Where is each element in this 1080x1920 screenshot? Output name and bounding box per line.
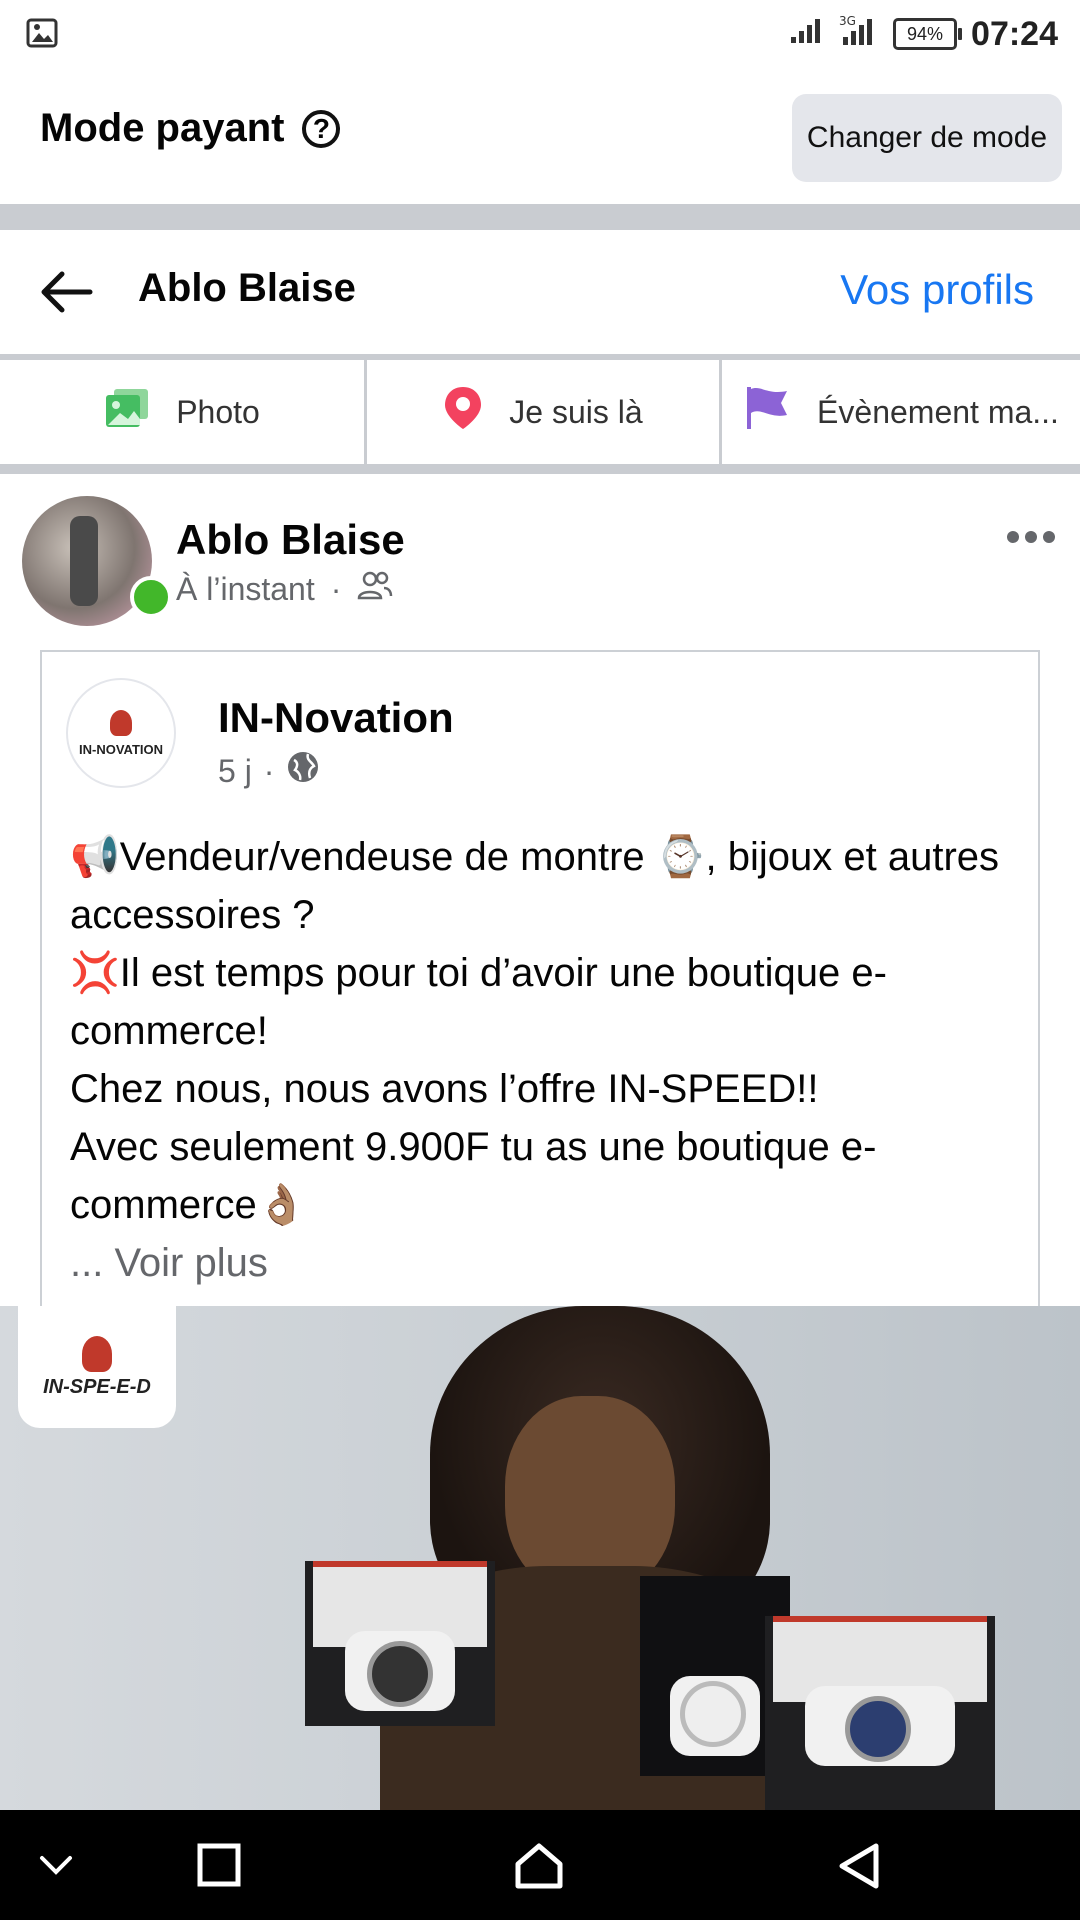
post-image[interactable]: IN-SPE-E-D (0, 1306, 1080, 1810)
shared-post-meta: 5 j · (218, 750, 320, 792)
profile-name: Ablo Blaise (138, 266, 356, 310)
post-header: Ablo Blaise À l’instant · (0, 478, 1080, 648)
flag-icon (743, 385, 791, 439)
shared-page-name[interactable]: IN-Novation (218, 694, 454, 742)
home-icon[interactable] (514, 1842, 564, 1895)
location-pin-icon (443, 385, 483, 439)
in-speed-logo-badge: IN-SPE-E-D (18, 1306, 176, 1428)
clock: 07:24 (971, 14, 1058, 53)
profile-bar: Ablo Blaise Vos profils (0, 230, 1080, 354)
svg-text:3G: 3G (839, 14, 856, 28)
online-status-indicator (130, 576, 172, 618)
status-bar: 3G 94% 07:24 (0, 0, 1080, 66)
photo-icon (104, 387, 150, 437)
recent-apps-icon[interactable] (196, 1842, 242, 1893)
gallery-notification-icon (26, 18, 58, 53)
lightbulb-icon (110, 709, 132, 736)
post-text-line: Chez nous, nous avons l’offre IN-SPEED!! (70, 1067, 819, 1111)
life-event-action[interactable]: Évènement ma... (719, 360, 1080, 464)
photo-label: Photo (176, 393, 260, 430)
change-mode-button[interactable]: Changer de mode (792, 94, 1062, 182)
post-text-line: 📢Vendeur/vendeuse de montre ⌚, bijoux et… (70, 835, 1000, 937)
signal-icon (789, 15, 825, 54)
checkin-label: Je suis là (509, 393, 643, 430)
collapse-chevron-icon[interactable] (36, 1850, 76, 1885)
lightbulb-icon (82, 1335, 112, 1372)
post-meta: À l’instant · (176, 570, 393, 608)
signal-3g-icon: 3G (839, 13, 879, 56)
globe-icon[interactable] (286, 750, 320, 792)
post-text-line: Avec seulement 9.900F tu as une boutique… (70, 1125, 877, 1227)
see-more-link[interactable]: ... Voir plus (70, 1234, 1020, 1292)
checkin-action[interactable]: Je suis là (364, 360, 719, 464)
mode-title-text: Mode payant (40, 106, 285, 150)
watch-box (305, 1561, 495, 1726)
help-icon[interactable]: ? (302, 109, 341, 148)
your-profiles-link[interactable]: Vos profils (840, 266, 1034, 314)
more-options-icon[interactable] (1006, 530, 1056, 549)
life-event-label: Évènement ma... (817, 393, 1059, 430)
page-logo-text: IN-NOVATION (78, 741, 163, 757)
photo-action[interactable]: Photo (0, 360, 364, 464)
post-text-line: 💢Il est temps pour toi d’avoir une bouti… (70, 951, 887, 1053)
section-divider (0, 464, 1080, 474)
back-triangle-icon[interactable] (836, 1842, 882, 1895)
post-time: À l’instant (176, 570, 315, 607)
watch-box (765, 1616, 995, 1810)
shared-post-time: 5 j (218, 752, 252, 789)
shared-post-card[interactable]: IN-NOVATION IN-Novation 5 j · 📢Vendeur/v… (40, 650, 1040, 1310)
mode-header: Mode payant ? Changer de mode (0, 66, 1080, 204)
back-arrow-icon[interactable] (38, 268, 94, 321)
page-logo[interactable]: IN-NOVATION (66, 678, 176, 788)
system-nav-bar (0, 1810, 1080, 1920)
composer-actions: Photo Je suis là Évènement ma... (0, 360, 1080, 464)
section-divider (0, 204, 1080, 230)
battery-indicator: 94% (893, 18, 963, 50)
friends-icon[interactable] (357, 570, 393, 608)
post-author[interactable]: Ablo Blaise (176, 516, 405, 564)
post-text: 📢Vendeur/vendeuse de montre ⌚, bijoux et… (70, 828, 1020, 1292)
in-speed-logo-text: IN-SPE-E-D (43, 1375, 151, 1398)
mode-title: Mode payant ? (40, 106, 341, 151)
